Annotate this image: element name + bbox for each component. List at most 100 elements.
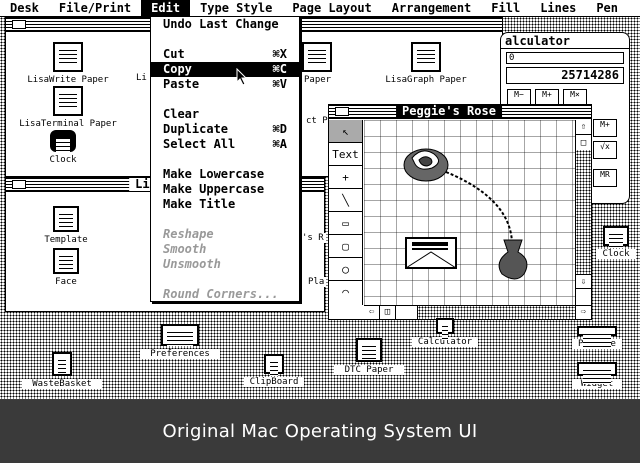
menu-file-print[interactable]: File/Print	[49, 0, 141, 16]
scroll-left-arrow-icon[interactable]: ⇦	[364, 306, 380, 319]
calc-m-plus-side-key[interactable]: M+	[593, 119, 617, 137]
icon-label: Template	[36, 235, 96, 245]
icon-label: Preferences	[140, 349, 220, 359]
menu-item-paste[interactable]: Paste ⌘V	[151, 77, 299, 92]
icon-label: Paper	[302, 75, 362, 85]
menu-arrangement[interactable]: Arrangement	[382, 0, 481, 16]
lisaterminal-icon[interactable]: LisaTerminal Paper	[12, 86, 124, 129]
menu-type-style[interactable]: Type Style	[190, 0, 282, 16]
menu-item-make-title[interactable]: Make Title	[151, 197, 299, 212]
menu-edit[interactable]: Edit	[141, 0, 191, 16]
horizontal-scrollbar[interactable]: ⇦ ◫ ⇨	[364, 305, 591, 319]
calculator-display: 25714286	[506, 67, 624, 84]
menu-item-make-uppercase[interactable]: Make Uppercase	[151, 182, 299, 197]
wastebasket-icon	[52, 352, 72, 376]
clock-desk-icon[interactable]: Clock	[596, 226, 636, 259]
document-icon	[53, 42, 83, 72]
dtc-paper-desk-icon[interactable]: DTC Paper	[334, 338, 404, 375]
menu-item-cut[interactable]: Cut ⌘X	[151, 47, 299, 62]
document-icon	[302, 42, 332, 72]
menu-pen[interactable]: Pen	[586, 0, 628, 16]
window-title: Peggie's Rose	[396, 105, 502, 118]
template-document-icon	[53, 206, 79, 232]
menu-desk[interactable]: Desk	[0, 0, 49, 16]
arrow-tool[interactable]: ↖	[329, 120, 362, 143]
menu-page-layout[interactable]: Page Layout	[282, 0, 381, 16]
text-tool[interactable]: Text	[329, 143, 362, 166]
icon-label: Clock	[596, 249, 636, 259]
profile-desk-icon[interactable]: Profile	[572, 326, 622, 349]
clipboard-icon	[264, 354, 284, 376]
menu-item-duplicate[interactable]: Duplicate ⌘D	[151, 122, 299, 137]
icon-label: DTC Paper	[334, 365, 404, 375]
drawing-canvas[interactable]	[364, 120, 575, 305]
page-icon[interactable]: ◫	[380, 306, 396, 319]
mouse-pointer-icon	[236, 68, 248, 86]
menu-item-reshape: Reshape	[163, 227, 214, 241]
caption-bar: Original Mac Operating System UI	[0, 399, 640, 463]
caption-text: Original Mac Operating System UI	[162, 420, 478, 442]
rose-drawing	[403, 148, 528, 280]
close-box-icon[interactable]	[335, 107, 349, 116]
menu-item-round-corners: Round Corners...	[163, 287, 279, 301]
drawing-window-titlebar[interactable]: Peggie's Rose	[329, 105, 591, 119]
calculator-title: alculator	[501, 33, 629, 49]
clock-tool-icon[interactable]: Clock	[41, 130, 85, 165]
rose-stem-icon	[445, 171, 514, 249]
oval-tool-icon[interactable]: ◯	[329, 258, 362, 281]
crosshair-tool-icon[interactable]: +	[329, 166, 362, 189]
vertical-scrollbar[interactable]: ⇧ □ ⇩	[575, 120, 591, 305]
partial-icon-rs[interactable]: 's R	[300, 230, 326, 243]
icon-label: WasteBasket	[22, 379, 102, 389]
calc-sqrt-key[interactable]: √x	[593, 141, 617, 159]
clipboard-desk-icon[interactable]: ClipBoard	[244, 354, 304, 387]
face-icon[interactable]: Face	[36, 248, 96, 287]
menu-separator	[151, 152, 299, 167]
rounded-rectangle-tool-icon[interactable]: ▢	[329, 235, 362, 258]
template-icon[interactable]: Template	[36, 206, 96, 245]
icon-label: ClipBoard	[244, 377, 304, 387]
wastebasket-desk-icon[interactable]: WasteBasket	[22, 352, 102, 389]
close-box-icon[interactable]	[12, 180, 26, 189]
menu-item-copy[interactable]: Copy ⌘C	[151, 62, 299, 77]
graph-document-icon	[411, 42, 441, 72]
document-icon	[356, 338, 382, 362]
arc-tool-icon[interactable]: ◠	[329, 281, 362, 304]
rectangle-tool-icon[interactable]: ▭	[329, 212, 362, 235]
menu-item-undo[interactable]: Undo Last Change	[151, 17, 299, 32]
envelope-icon	[405, 237, 457, 269]
close-box-icon[interactable]	[12, 20, 26, 29]
calculator-desk-icon[interactable]: Calculator	[412, 318, 478, 347]
partial-icon-pla[interactable]: Pla	[306, 274, 326, 287]
icon-label: 's R	[300, 233, 326, 243]
calc-mr-key[interactable]: MR	[593, 169, 617, 187]
scroll-thumb[interactable]: □	[576, 135, 591, 150]
widget-desk-icon[interactable]: Widget	[572, 362, 622, 389]
scroll-down-arrow-icon[interactable]: ⇩	[576, 274, 591, 289]
scroll-track[interactable]	[576, 150, 591, 274]
calculator-memory: 0	[506, 52, 624, 64]
scroll-up-arrow-icon[interactable]: ⇧	[576, 120, 591, 135]
partial-icon-paper[interactable]: Paper	[302, 42, 362, 85]
icon-label: Clock	[41, 155, 85, 165]
drawing-window: Peggie's Rose ↖ Text + ╲ ▭ ▢ ◯ ◠ ⇧ □ ⇩ ⇦…	[328, 104, 592, 320]
menu-item-unsmooth: Unsmooth	[163, 257, 221, 271]
preferences-desk-icon[interactable]: Preferences	[140, 324, 220, 359]
icon-label: Pla	[306, 277, 326, 287]
line-tool-icon[interactable]: ╲	[329, 189, 362, 212]
calculator-icon	[436, 318, 454, 340]
lisawrite-icon[interactable]: LisaWrite Paper	[18, 42, 118, 85]
scroll-right-arrow-icon[interactable]: ⇨	[575, 306, 591, 319]
clock-icon	[50, 130, 76, 152]
lisagraph-icon[interactable]: LisaGraph Paper	[374, 42, 478, 85]
menu-item-clear[interactable]: Clear	[151, 107, 299, 122]
menu-lines[interactable]: Lines	[530, 0, 586, 16]
menu-fill[interactable]: Fill	[481, 0, 530, 16]
menu-item-select-all[interactable]: Select All ⌘A	[151, 137, 299, 152]
menu-separator	[151, 32, 299, 47]
clock-icon	[603, 226, 629, 248]
icon-label: LisaGraph Paper	[374, 75, 478, 85]
icon-label: LisaWrite Paper	[18, 75, 118, 85]
terminal-document-icon	[53, 86, 83, 116]
menu-item-make-lowercase[interactable]: Make Lowercase	[151, 167, 299, 182]
